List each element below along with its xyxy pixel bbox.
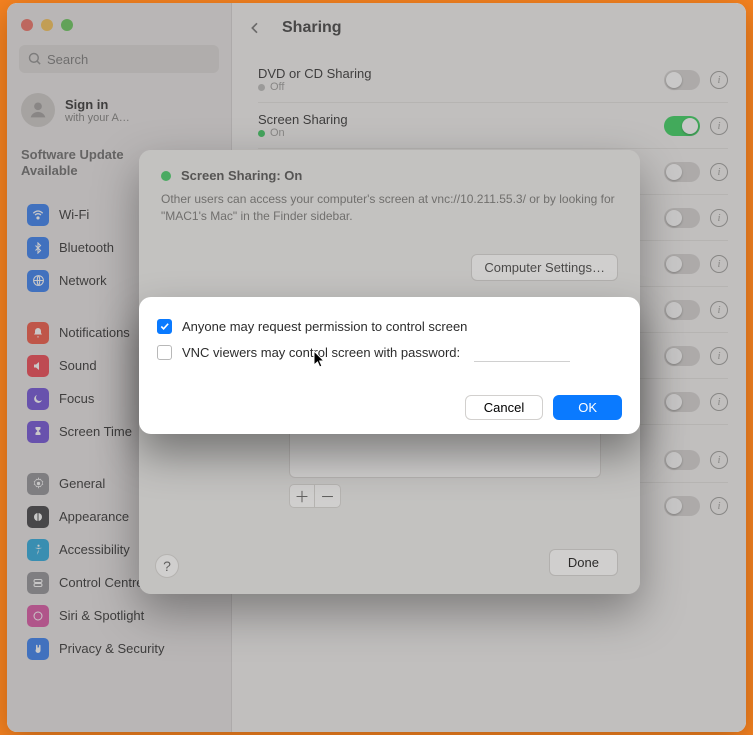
sidebar-item-label: Control Centre [59,575,144,590]
bell-icon [27,322,49,344]
service-row: DVD or CD SharingOff i [258,57,728,103]
dialog-actions: Cancel OK [465,395,622,420]
info-icon[interactable]: i [710,71,728,89]
avatar [21,93,55,127]
info-icon[interactable]: i [710,393,728,411]
info-icon[interactable]: i [710,347,728,365]
add-remove-control: ＋ － [289,484,341,508]
network-icon [27,270,49,292]
checkbox-vnc-password[interactable] [157,345,172,360]
info-icon[interactable]: i [710,255,728,273]
minimize-window-button[interactable] [41,19,53,31]
sidebar-item-label: Siri & Spotlight [59,608,144,623]
done-button[interactable]: Done [549,549,618,576]
siri-icon [27,605,49,627]
account-signin-label: Sign in [65,97,130,112]
sidebar-item-label: Appearance [59,509,129,524]
service-status: Off [258,81,371,93]
sheet-title: Screen Sharing: On [181,168,302,183]
sidebar-item-label: Wi-Fi [59,207,89,222]
appearance-icon [27,506,49,528]
cancel-button[interactable]: Cancel [465,395,543,420]
moon-icon [27,388,49,410]
computer-settings-button[interactable]: Computer Settings… [471,254,618,281]
service-toggle[interactable] [664,70,700,90]
service-toggle[interactable] [664,450,700,470]
sidebar-item-label: Focus [59,391,94,406]
ok-button[interactable]: OK [553,395,622,420]
add-user-button[interactable]: ＋ [289,484,315,508]
search-wrap [19,45,219,73]
status-dot-on [161,171,171,181]
service-status: On [258,127,348,139]
option-label: VNC viewers may control screen with pass… [182,345,460,360]
sidebar-item-label: Privacy & Security [59,641,164,656]
option-vnc-password[interactable]: VNC viewers may control screen with pass… [157,342,622,362]
sidebar-item-label: Bluetooth [59,240,114,255]
sidebar-item-label: General [59,476,105,491]
info-icon[interactable]: i [710,209,728,227]
account-row[interactable]: Sign in with your A… [7,83,231,137]
service-toggle[interactable] [664,162,700,182]
sidebar-item-label: Screen Time [59,424,132,439]
sidebar-item-label: Accessibility [59,542,130,557]
info-icon[interactable]: i [710,497,728,515]
help-button[interactable]: ? [155,554,179,578]
gear-icon [27,473,49,495]
service-toggle[interactable] [664,254,700,274]
close-window-button[interactable] [21,19,33,31]
service-toggle[interactable] [664,116,700,136]
settings-window: Sign in with your A… Software Update Ava… [7,3,746,732]
computer-settings-dialog: Anyone may request permission to control… [139,297,640,434]
wifi-icon [27,204,49,226]
window-traffic-lights [7,15,231,41]
service-name: DVD or CD Sharing [258,66,371,81]
service-name: Screen Sharing [258,112,348,127]
sidebar-item-label: Network [59,273,107,288]
sheet-description: Other users can access your computer's s… [161,191,618,225]
bluetooth-icon [27,237,49,259]
vnc-password-input[interactable] [474,342,570,362]
page-title: Sharing [282,19,342,37]
service-toggle[interactable] [664,300,700,320]
info-icon[interactable]: i [710,301,728,319]
info-icon[interactable]: i [710,451,728,469]
info-icon[interactable]: i [710,117,728,135]
info-icon[interactable]: i [710,163,728,181]
search-icon [27,51,42,66]
sidebar-item-label: Sound [59,358,97,373]
account-sub-label: with your A… [65,112,130,124]
back-button[interactable] [242,15,268,41]
option-label: Anyone may request permission to control… [182,319,467,334]
hand-icon [27,638,49,660]
service-toggle[interactable] [664,208,700,228]
checkbox-request-permission[interactable] [157,319,172,334]
search-input[interactable] [19,45,219,73]
zoom-window-button[interactable] [61,19,73,31]
service-row: Screen SharingOn i [258,103,728,149]
service-toggle[interactable] [664,346,700,366]
sidebar-item-privacy[interactable]: Privacy & Security [17,633,221,665]
controlcentre-icon [27,572,49,594]
sidebar-item-label: Notifications [59,325,130,340]
option-request-permission[interactable]: Anyone may request permission to control… [157,319,622,334]
service-toggle[interactable] [664,496,700,516]
sheet-title-row: Screen Sharing: On [161,168,618,183]
hourglass-icon [27,421,49,443]
speaker-icon [27,355,49,377]
main-header: Sharing [232,3,746,53]
service-toggle[interactable] [664,392,700,412]
accessibility-icon [27,539,49,561]
sidebar-item-siri[interactable]: Siri & Spotlight [17,600,221,632]
remove-user-button[interactable]: － [315,484,341,508]
